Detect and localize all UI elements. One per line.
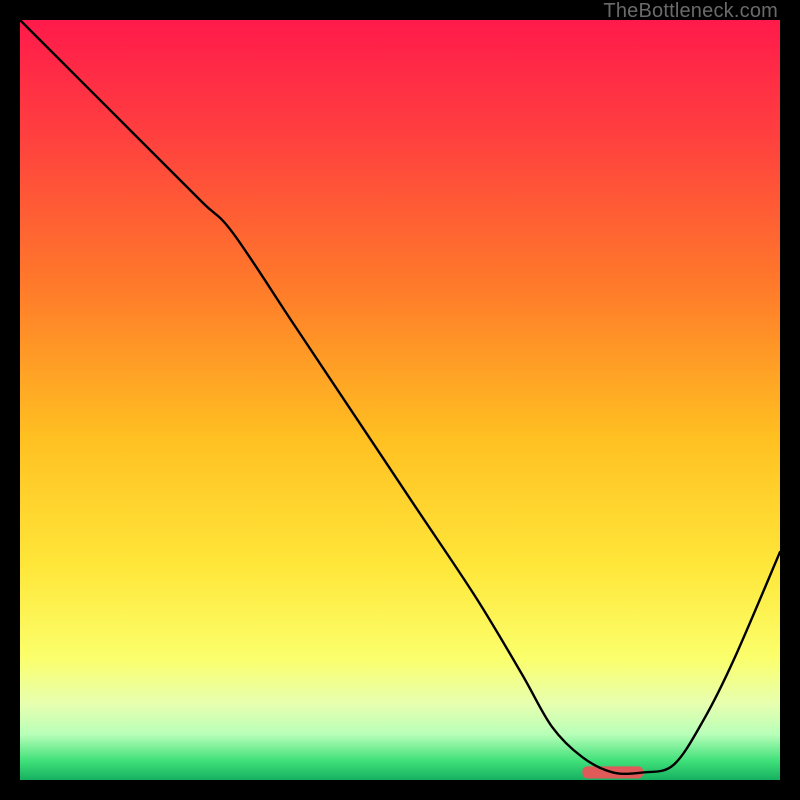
chart-frame	[20, 20, 780, 780]
watermark-text: TheBottleneck.com	[603, 0, 778, 23]
bottleneck-chart	[20, 20, 780, 780]
